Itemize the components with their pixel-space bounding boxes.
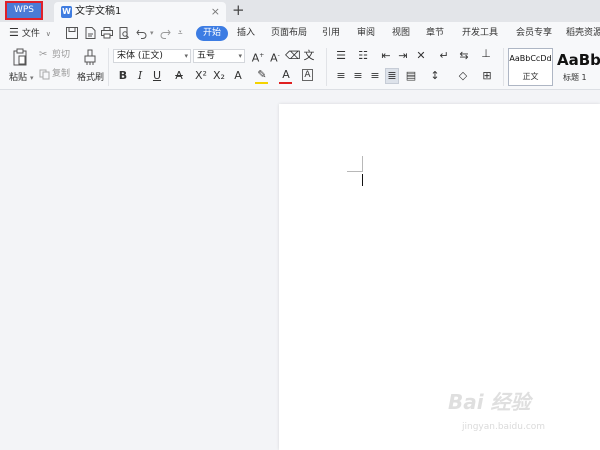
show-marks-icon[interactable]: ↵: [437, 49, 451, 63]
save-icon[interactable]: [65, 26, 79, 40]
style-heading-1-preview: AaBb: [557, 51, 600, 69]
chinese-layout-icon[interactable]: ✕: [414, 49, 428, 63]
tab-docer-resources[interactable]: 稻壳资源: [566, 22, 600, 44]
text-cursor: [362, 174, 363, 186]
tab-chapter[interactable]: 章节: [426, 22, 444, 44]
style-normal[interactable]: AaBbCcDd 正文: [508, 48, 553, 86]
justify-icon[interactable]: ≣: [385, 68, 399, 84]
grow-font-icon[interactable]: A+: [251, 49, 265, 66]
char-border-icon[interactable]: A: [302, 69, 313, 81]
borders-icon[interactable]: ⊞: [480, 69, 494, 83]
bold-icon[interactable]: B: [116, 69, 130, 83]
style-normal-label: 正文: [522, 72, 539, 81]
close-tab-icon[interactable]: ×: [211, 5, 220, 18]
export-pdf-icon[interactable]: [83, 26, 97, 40]
style-heading-1-label: 标题 1: [563, 73, 587, 82]
align-center-icon[interactable]: ≡: [351, 69, 365, 83]
tab-start[interactable]: 开始: [196, 26, 228, 41]
highlight-color-bar: [255, 82, 268, 84]
ribbon-divider: [503, 48, 504, 86]
document-tab[interactable]: W 文字文稿1 ×: [54, 2, 226, 22]
clear-format-icon[interactable]: ⌫: [285, 49, 301, 63]
customize-toolbar-icon[interactable]: ⩡: [178, 22, 183, 44]
cut-label: 剪切: [52, 50, 71, 60]
align-left-icon[interactable]: ≡: [334, 69, 348, 83]
redo-icon[interactable]: [158, 26, 172, 40]
watermark-url: jingyan.baidu.com: [462, 422, 546, 432]
pinyin-guide-icon[interactable]: 文: [302, 49, 316, 63]
italic-icon[interactable]: I: [133, 69, 147, 83]
format-painter-label: 格式刷: [77, 73, 105, 83]
font-name-select[interactable]: 宋体 (正文) ▾: [113, 49, 191, 63]
bullet-list-icon[interactable]: ☰: [334, 49, 348, 63]
underline-icon[interactable]: U: [150, 69, 164, 83]
ribbon-divider: [108, 48, 109, 86]
increase-indent-icon[interactable]: ⇥: [396, 49, 410, 63]
copy-icon: [39, 69, 50, 80]
print-icon[interactable]: [100, 26, 114, 40]
superscript-icon[interactable]: X²: [194, 69, 208, 83]
margin-corner-mark: [362, 156, 363, 172]
hamburger-icon: ☰: [9, 26, 19, 39]
paste-label: 粘贴: [9, 73, 28, 83]
highlight-icon[interactable]: ✎: [255, 68, 269, 82]
file-menu-label: 文件: [21, 29, 40, 39]
tab-page-layout[interactable]: 页面布局: [271, 22, 307, 44]
file-menu[interactable]: ☰ 文件 ∨: [9, 22, 51, 44]
strikethrough-icon[interactable]: A: [172, 69, 186, 83]
ribbon-divider: [326, 48, 327, 86]
tab-member[interactable]: 会员专享: [516, 22, 552, 44]
style-heading-1[interactable]: AaBb 标题 1: [555, 48, 600, 86]
font-color-bar: [279, 82, 292, 84]
align-right-icon[interactable]: ≡: [368, 69, 382, 83]
new-tab-button[interactable]: +: [232, 0, 245, 20]
document-tab-title: 文字文稿1: [75, 6, 122, 17]
copy-label: 复制: [52, 69, 71, 79]
copy-button[interactable]: 复制: [39, 68, 73, 81]
title-bar: WPS W 文字文稿1 × +: [0, 0, 600, 22]
undo-icon[interactable]: [135, 26, 149, 40]
chevron-down-icon: ∨: [45, 30, 51, 38]
text-effect-icon[interactable]: A: [231, 69, 245, 83]
paste-button[interactable]: 粘贴 ▾: [8, 48, 34, 86]
wps-home-tab[interactable]: WPS: [5, 1, 43, 20]
tab-insert[interactable]: 插入: [237, 22, 255, 44]
font-name-value: 宋体 (正文): [117, 51, 163, 61]
shading-icon[interactable]: ◇: [456, 69, 470, 83]
tab-view[interactable]: 视图: [392, 22, 410, 44]
format-painter-button[interactable]: 格式刷: [76, 48, 104, 86]
ruler-toggle-icon[interactable]: ⊥: [479, 47, 493, 61]
tab-review[interactable]: 审阅: [357, 22, 375, 44]
shrink-font-icon[interactable]: A-: [268, 49, 282, 66]
font-size-value: 五号: [197, 51, 216, 61]
chevron-down-icon: ▾: [238, 52, 242, 60]
paintbrush-icon: [84, 49, 96, 65]
margin-corner-mark: [347, 171, 363, 172]
tab-developer[interactable]: 开发工具: [462, 22, 498, 44]
scissors-icon: ✂: [39, 49, 48, 60]
cut-button[interactable]: ✂ 剪切: [39, 49, 73, 62]
chevron-down-icon: ▾: [184, 52, 188, 60]
tab-references[interactable]: 引用: [322, 22, 340, 44]
numbered-list-icon[interactable]: ☷: [356, 49, 370, 63]
watermark-text: Bai 经验: [448, 390, 531, 414]
clipboard-icon: [13, 48, 27, 66]
font-color-icon[interactable]: A: [279, 68, 293, 82]
decrease-indent-icon[interactable]: ⇤: [379, 49, 393, 63]
undo-dropdown-icon[interactable]: ▾: [150, 22, 154, 44]
sort-icon[interactable]: ⇆: [457, 49, 471, 63]
print-preview-icon[interactable]: [117, 26, 131, 40]
font-size-select[interactable]: 五号 ▾: [193, 49, 245, 63]
baidu-jingyan-watermark: Bai 经验 jingyan.baidu.com: [448, 386, 598, 442]
style-normal-preview: AaBbCcDd: [509, 54, 552, 63]
line-spacing-icon[interactable]: ↕: [428, 69, 442, 83]
distributed-align-icon[interactable]: ▤: [404, 69, 418, 83]
paste-dropdown-icon: ▾: [30, 74, 34, 82]
subscript-icon[interactable]: X₂: [212, 69, 226, 83]
ribbon-home: 粘贴 ▾ ✂ 剪切 复制 格式刷 宋体 (正文) ▾ 五号 ▾ A+ A- ⌫ 文 …: [0, 44, 600, 90]
writer-doc-icon: W: [61, 6, 72, 18]
menu-bar: ☰ 文件 ∨ ▾ ⩡ 开始 插入 页面布局 引用 审阅 视图 章节 开发工具 会员…: [0, 22, 600, 44]
